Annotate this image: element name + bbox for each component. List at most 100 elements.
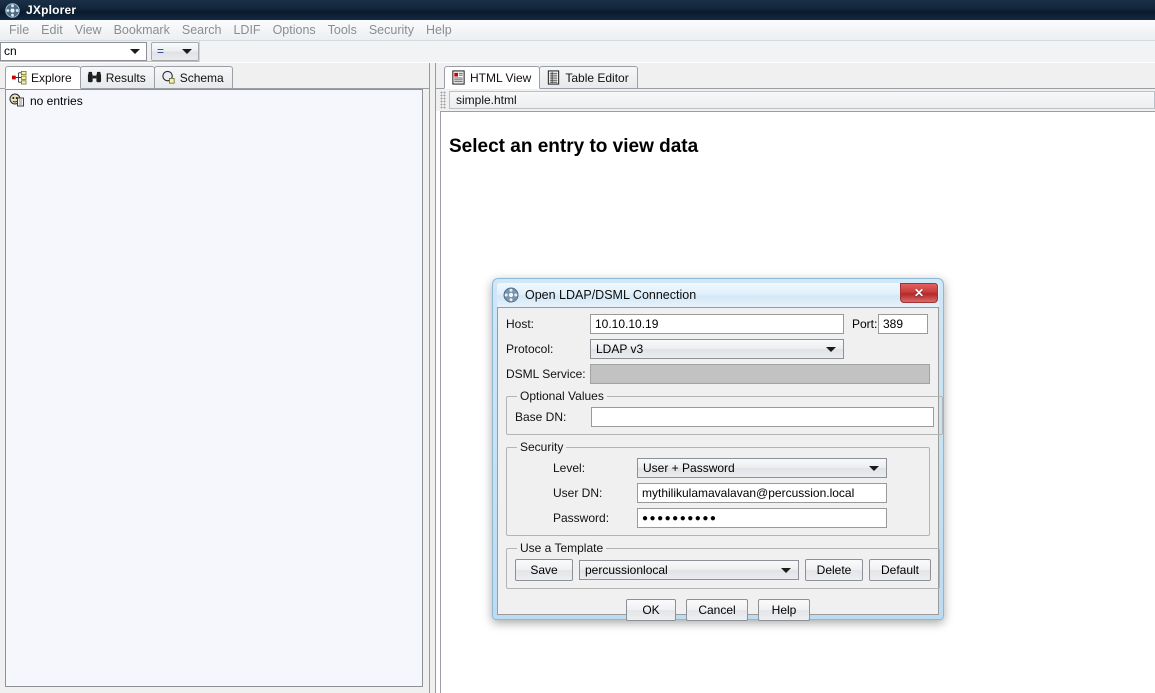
pane-splitter[interactable]	[429, 63, 436, 693]
level-label: Level:	[553, 461, 586, 475]
menu-item-edit[interactable]: Edit	[35, 21, 69, 40]
schema-magnifier-icon	[162, 70, 175, 84]
template-value: percussionlocal	[585, 563, 668, 577]
host-label: Host:	[506, 317, 535, 331]
optional-values-legend: Optional Values	[517, 389, 607, 403]
default-template-button[interactable]: Default	[869, 559, 931, 581]
host-input[interactable]: 10.10.10.19	[590, 314, 844, 334]
directory-tree-panel[interactable]: no entries	[5, 89, 423, 687]
user-dn-label: User DN:	[553, 486, 603, 500]
search-operator-combo[interactable]: =	[151, 41, 199, 61]
document-name-value: simple.html	[456, 93, 517, 107]
base-dn-row: Base DN:	[515, 407, 934, 427]
dialog-title: Open LDAP/DSML Connection	[525, 288, 697, 302]
tree-explore-icon	[12, 71, 27, 85]
menu-item-security[interactable]: Security	[363, 21, 420, 40]
jxplorer-application-window: JXplorer File Edit View Bookmark Search …	[0, 0, 1155, 693]
jxplorer-logo-icon	[5, 2, 20, 18]
right-tabstrip: HTML View Table Editor	[436, 63, 1155, 89]
template-group: Use a Template Save percussionlocal Dele…	[506, 541, 940, 589]
chevron-down-icon	[869, 466, 879, 471]
help-button[interactable]: Help	[758, 599, 810, 621]
menu-item-options[interactable]: Options	[267, 21, 322, 40]
open-connection-dialog: Open LDAP/DSML Connection ✕ Host: 10.10.…	[492, 278, 944, 621]
content-heading: Select an entry to view data	[449, 136, 699, 157]
user-dn-input[interactable]: mythilikulamavalavan@percussion.local	[637, 483, 887, 503]
template-row: Save percussionlocal Delete Default	[515, 559, 931, 581]
base-dn-label: Base DN:	[515, 410, 567, 424]
tab-explore[interactable]: Explore	[5, 66, 81, 89]
html-document-icon	[452, 70, 465, 85]
tab-table-editor[interactable]: Table Editor	[539, 66, 638, 88]
menu-item-ldif[interactable]: LDIF	[227, 21, 266, 40]
dsml-service-input	[590, 364, 930, 384]
chevron-down-icon	[130, 49, 140, 54]
password-input[interactable]: ●●●●●●●●●●	[637, 508, 887, 528]
security-legend-text: Security	[520, 440, 564, 454]
tree-node-no-entries[interactable]: no entries	[6, 90, 422, 110]
ok-button[interactable]: OK	[626, 599, 676, 621]
level-combo[interactable]: User + Password	[637, 458, 887, 478]
save-template-button[interactable]: Save	[515, 559, 573, 581]
tab-html-view[interactable]: HTML View	[444, 66, 541, 89]
menu-item-file[interactable]: File	[3, 21, 35, 40]
search-toolbar: cn =	[0, 40, 1155, 62]
menu-item-bookmark[interactable]: Bookmark	[108, 21, 176, 40]
host-value: 10.10.10.19	[595, 317, 659, 331]
level-value: User + Password	[643, 461, 735, 475]
menu-item-help[interactable]: Help	[420, 21, 458, 40]
toolbar-grip-handle[interactable]	[440, 91, 446, 109]
jxplorer-logo-icon	[503, 287, 519, 303]
delete-template-button[interactable]: Delete	[805, 559, 863, 581]
optional-values-group: Optional Values Base DN:	[506, 389, 943, 435]
window-title: JXplorer	[26, 3, 77, 17]
binoculars-icon	[87, 71, 101, 83]
document-name-field[interactable]: simple.html	[449, 91, 1155, 109]
tab-results-label: Results	[105, 70, 146, 85]
menu-item-search[interactable]: Search	[176, 21, 228, 40]
menu-item-view[interactable]: View	[69, 21, 108, 40]
base-dn-input[interactable]	[591, 407, 934, 427]
search-operator-value: =	[157, 44, 165, 58]
chevron-down-icon	[826, 347, 836, 352]
template-legend-text: Use a Template	[520, 541, 604, 555]
left-pane: Explore Results Schema no entries	[0, 63, 429, 693]
port-value: 389	[883, 317, 904, 331]
tab-schema-label: Schema	[179, 70, 224, 85]
dialog-body: Host: 10.10.10.19 Port: 389 Protocol: LD…	[497, 307, 943, 621]
template-legend: Use a Template	[517, 541, 606, 555]
chevron-down-icon	[182, 49, 192, 54]
protocol-value: LDAP v3	[596, 342, 644, 356]
left-tabstrip: Explore Results Schema	[0, 63, 429, 89]
dsml-service-row: DSML Service:	[506, 364, 930, 384]
dialog-titlebar: Open LDAP/DSML Connection ✕	[497, 283, 939, 307]
protocol-label: Protocol:	[506, 342, 554, 356]
tab-schema[interactable]: Schema	[153, 66, 233, 88]
cancel-button[interactable]: Cancel	[686, 599, 748, 621]
security-legend: Security	[517, 440, 566, 454]
password-value: ●●●●●●●●●●	[642, 512, 718, 524]
tab-table-editor-label: Table Editor	[565, 70, 629, 85]
security-group: Security Level: User + Password User DN:…	[506, 440, 930, 536]
template-combo[interactable]: percussionlocal	[579, 560, 799, 580]
close-icon[interactable]: ✕	[900, 283, 938, 303]
document-toolbar: simple.html	[436, 89, 1155, 111]
host-row: Host: 10.10.10.19 Port: 389	[506, 314, 930, 334]
menu-bar: File Edit View Bookmark Search LDIF Opti…	[0, 20, 1155, 41]
tab-html-view-label: HTML View	[470, 70, 532, 85]
protocol-combo[interactable]: LDAP v3	[590, 339, 844, 359]
port-input[interactable]: 389	[878, 314, 928, 334]
port-label: Port:	[852, 317, 878, 331]
window-titlebar: JXplorer	[0, 0, 1155, 20]
dsml-service-label: DSML Service:	[506, 367, 586, 381]
search-attribute-combo[interactable]: cn	[0, 41, 147, 61]
table-document-icon	[548, 70, 560, 85]
level-row: Level: User + Password	[515, 458, 921, 478]
user-dn-value: mythilikulamavalavan@percussion.local	[642, 486, 855, 500]
tab-results[interactable]: Results	[79, 66, 155, 88]
chevron-down-icon	[781, 568, 791, 573]
tree-node-label: no entries	[30, 93, 83, 108]
ldap-entry-icon	[9, 93, 24, 107]
password-row: Password: ●●●●●●●●●●	[515, 508, 921, 528]
menu-item-tools[interactable]: Tools	[322, 21, 363, 40]
